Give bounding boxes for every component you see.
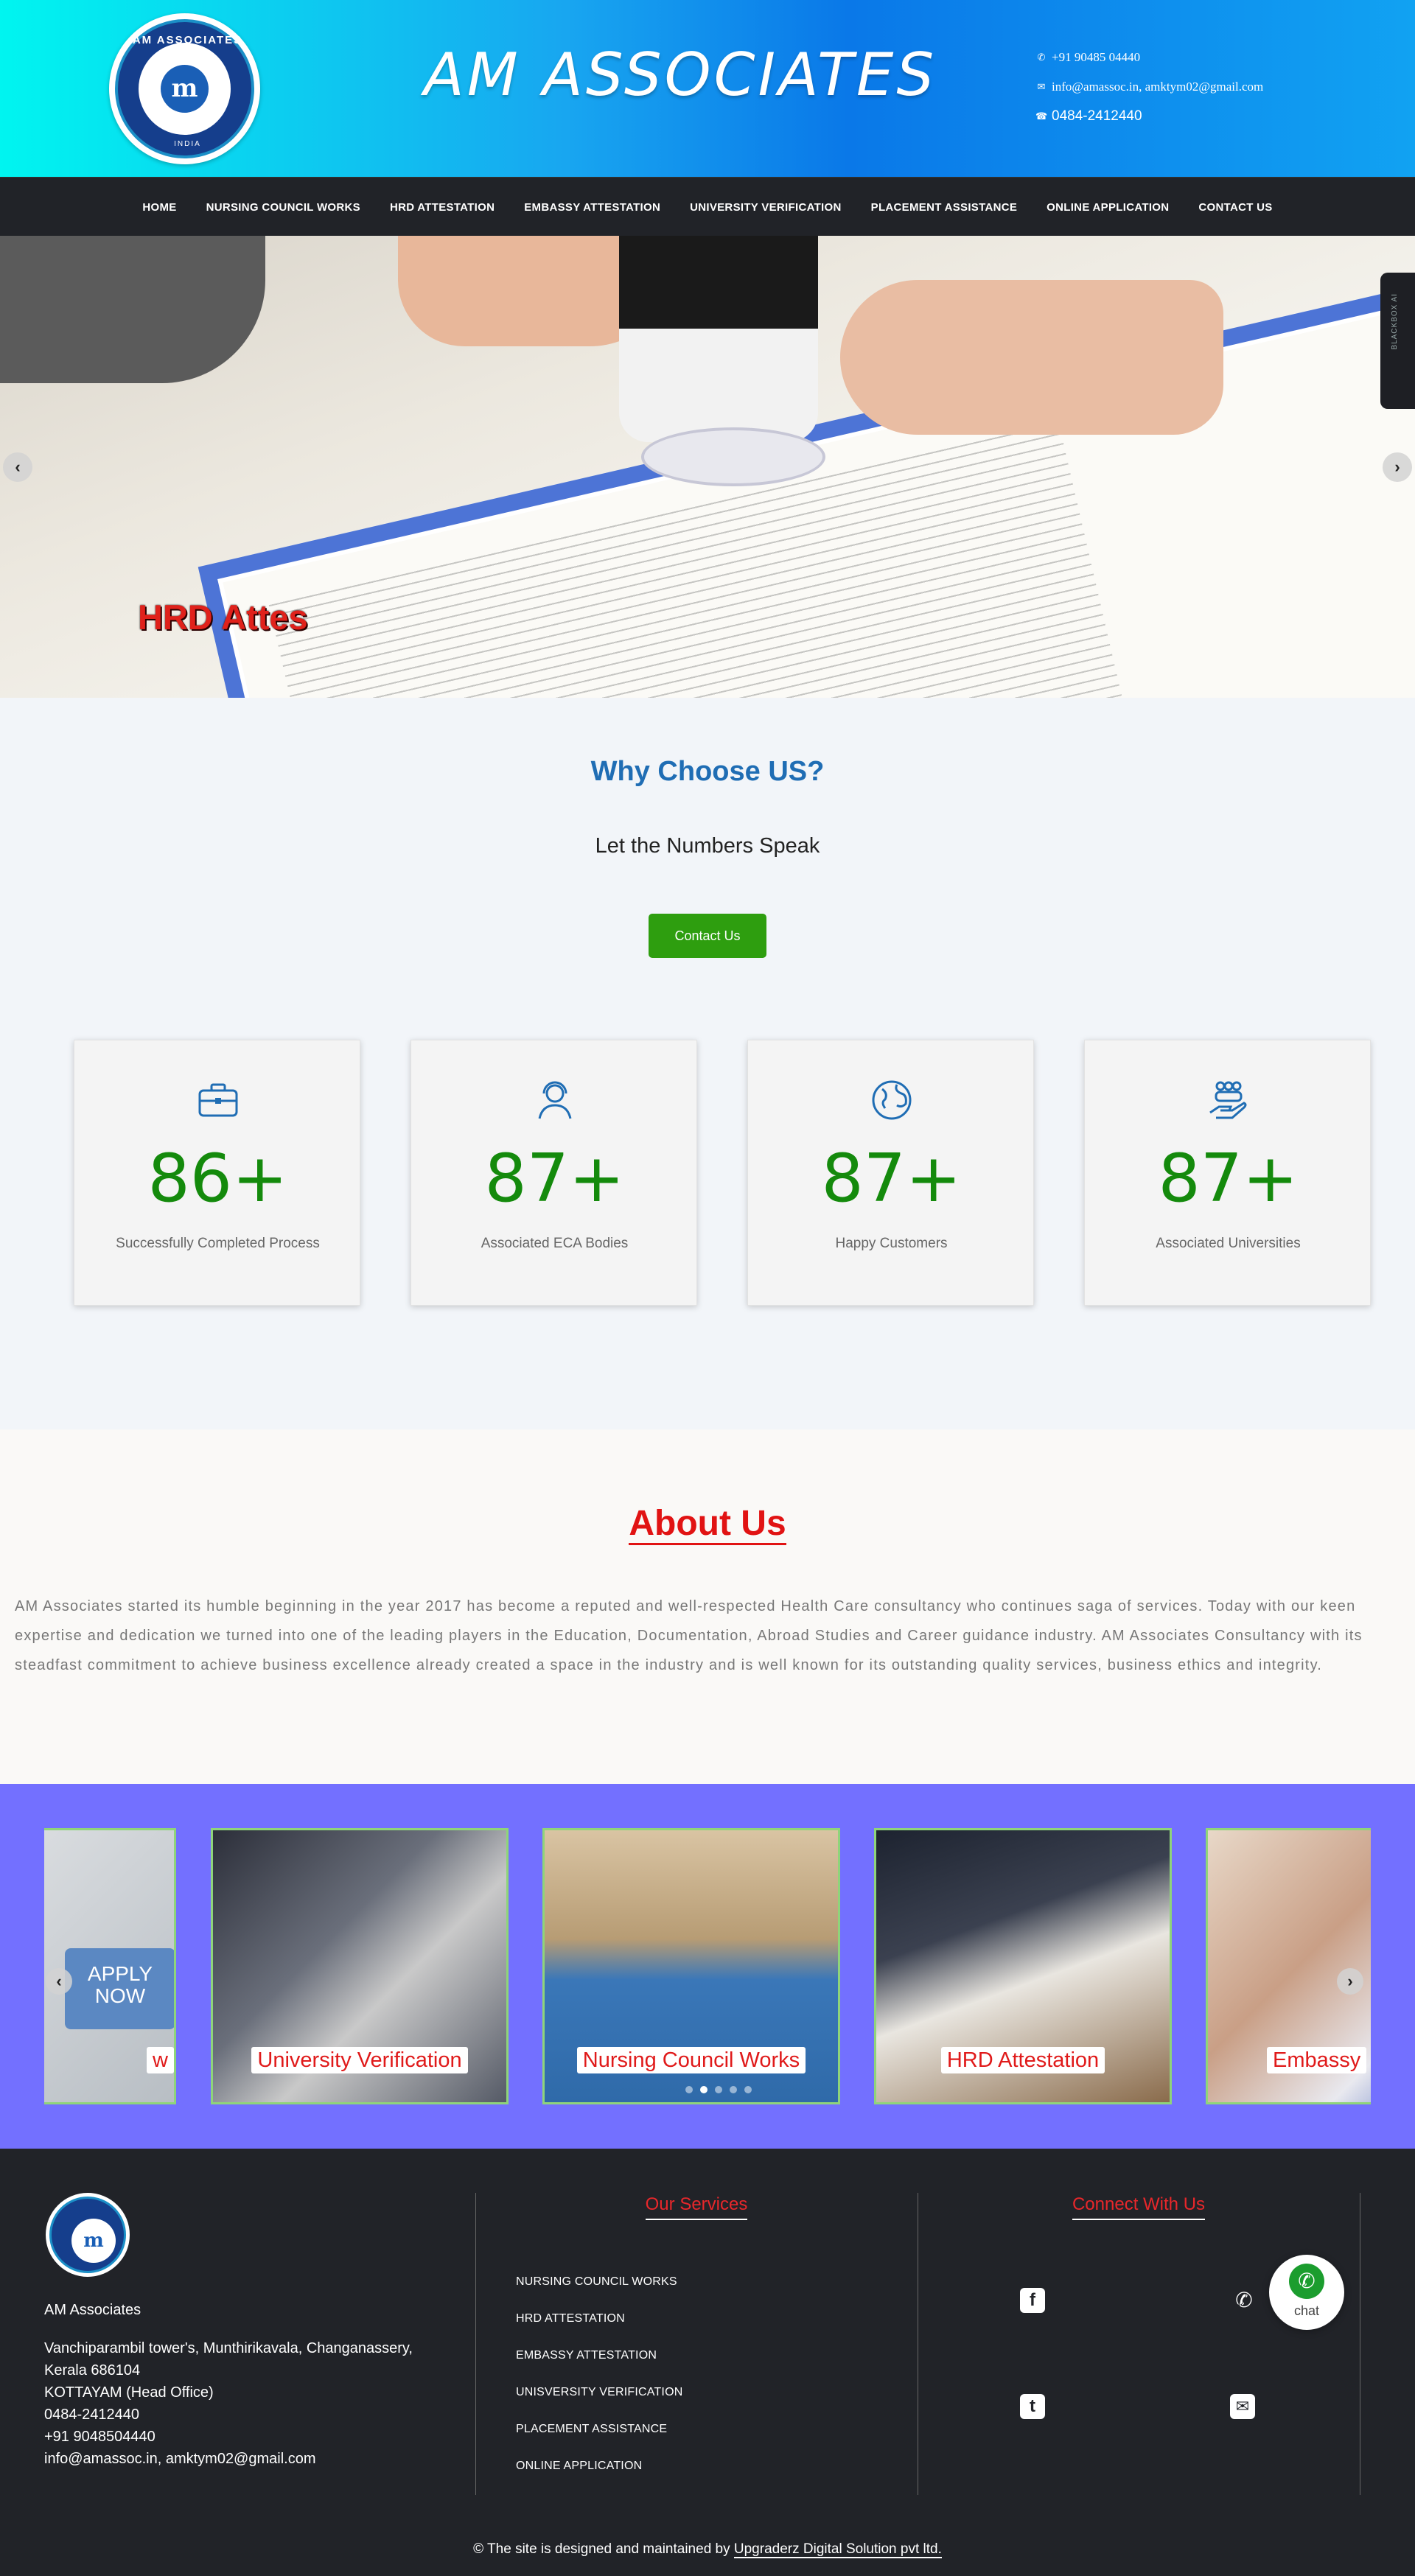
header-whatsapp[interactable]: ✆ +91 90485 04440: [1035, 43, 1263, 72]
globe-icon: [869, 1077, 915, 1123]
logo-monogram-icon: m: [161, 65, 209, 113]
about-title: About Us: [629, 1504, 786, 1545]
footer-connect-title: Connect With Us: [1072, 2194, 1206, 2220]
nav-hrd-attestation[interactable]: HRD ATTESTATION: [390, 201, 495, 214]
service-card-online-application[interactable]: APPLY NOW w: [44, 1828, 176, 2104]
nav-home[interactable]: HOME: [142, 201, 176, 214]
carousel-dot[interactable]: [715, 2086, 722, 2093]
nav-contact-us[interactable]: CONTACT US: [1198, 201, 1272, 214]
envelope-icon: ✉: [1037, 81, 1046, 92]
logo-country: INDIA: [174, 140, 201, 148]
carousel-prev-arrow[interactable]: ‹: [46, 1968, 72, 1995]
services-carousel: APPLY NOW w University Verification Nurs…: [0, 1784, 1415, 2149]
footer-service-links: NURSING COUNCIL WORKS HRD ATTESTATION EM…: [516, 2275, 682, 2496]
hero-stamp-image: [619, 236, 818, 442]
stat-card: 87+ Happy Customers: [747, 1040, 1034, 1306]
service-card-nursing-council-works[interactable]: Nursing Council Works: [542, 1828, 840, 2104]
carousel-dots: [685, 2086, 752, 2093]
whatsapp-icon[interactable]: ✆: [1229, 2286, 1259, 2315]
envelope-icon[interactable]: ✉: [1230, 2394, 1255, 2419]
hero-caption: HRD Attes: [138, 598, 308, 637]
footer-link-nursing-council-works[interactable]: NURSING COUNCIL WORKS: [516, 2275, 682, 2312]
nav-online-application[interactable]: ONLINE APPLICATION: [1047, 201, 1169, 214]
stat-card: 86+ Successfully Completed Process: [74, 1040, 360, 1306]
site-footer: m AM Associates Vanchiparambil tower's, …: [0, 2149, 1415, 2576]
stat-value: 87+: [484, 1140, 625, 1217]
nav-university-verification[interactable]: UNIVERSITY VERIFICATION: [690, 201, 842, 214]
whatsapp-icon: ✆: [1037, 52, 1046, 63]
footer-services-title: Our Services: [645, 2194, 748, 2220]
chat-label: chat: [1293, 2303, 1320, 2318]
hero-prev-arrow[interactable]: ‹: [3, 452, 32, 482]
whatsapp-chat-button[interactable]: ✆ chat: [1269, 2255, 1344, 2330]
stat-label: Associated ECA Bodies: [481, 1236, 629, 1251]
footer-link-placement-assistance[interactable]: PLACEMENT ASSISTANCE: [516, 2423, 682, 2460]
stat-value: 87+: [1158, 1140, 1299, 1217]
stat-label: Associated Universities: [1156, 1236, 1301, 1251]
site-header: AM ASSOCIATES m INDIA AM ASSOCIATES ✆ +91…: [0, 0, 1415, 177]
nav-placement-assistance[interactable]: PLACEMENT ASSISTANCE: [871, 201, 1018, 214]
nav-embassy-attestation[interactable]: EMBASSY ATTESTATION: [524, 201, 660, 214]
service-card-embassy-attestation[interactable]: Embassy: [1206, 1828, 1371, 2104]
service-card-hrd-attestation[interactable]: HRD Attestation: [874, 1828, 1172, 2104]
stat-label: Happy Customers: [835, 1236, 948, 1251]
about-section: About Us AM Associates started its humbl…: [0, 1429, 1415, 1784]
footer-divider: [475, 2193, 476, 2495]
carousel-dot[interactable]: [730, 2086, 737, 2093]
footer-address: Vanchiparambil tower's, Munthirikavala, …: [44, 2340, 413, 2467]
header-contacts: ✆ +91 90485 04440 ✉ info@amassoc.in, amkty…: [1035, 43, 1263, 131]
footer-link-online-application[interactable]: ONLINE APPLICATION: [516, 2460, 682, 2496]
footer-company-name: AM Associates: [44, 2302, 142, 2318]
hand-people-icon: [1206, 1077, 1251, 1123]
apply-now-key: APPLY NOW: [65, 1948, 174, 2029]
hero-slider: HRD Attes ‹ ›: [0, 236, 1415, 698]
developer-link[interactable]: Upgraderz Digital Solution pvt ltd.: [733, 2541, 942, 2558]
footer-link-embassy-attestation[interactable]: EMBASSY ATTESTATION: [516, 2349, 682, 2386]
service-card-university-verification[interactable]: University Verification: [211, 1828, 509, 2104]
hero-next-arrow[interactable]: ›: [1383, 452, 1412, 482]
site-title: AM ASSOCIATES: [424, 41, 937, 109]
carousel-dot[interactable]: [744, 2086, 752, 2093]
twitter-icon[interactable]: t: [1020, 2394, 1045, 2419]
whatsapp-icon: ✆: [1289, 2264, 1324, 2299]
contact-us-button[interactable]: Contact Us: [649, 914, 766, 958]
header-email[interactable]: ✉ info@amassoc.in, amktym02@gmail.com: [1035, 72, 1264, 102]
carousel-dot[interactable]: [685, 2086, 693, 2093]
header-phone[interactable]: ☎ 0484-2412440: [1035, 102, 1263, 131]
stat-value: 86+: [147, 1140, 288, 1217]
nav-nursing-council-works[interactable]: NURSING COUNCIL WORKS: [206, 201, 360, 214]
about-text: AM Associates started its humble beginni…: [15, 1598, 1363, 1673]
carousel-dot-active[interactable]: [700, 2086, 708, 2093]
stat-value: 87+: [821, 1140, 962, 1217]
footer-link-university-verification[interactable]: UNISVERSITY VERIFICATION: [516, 2386, 682, 2423]
support-agent-icon: [532, 1077, 578, 1123]
footer-logo[interactable]: m: [46, 2193, 130, 2277]
briefcase-icon: [195, 1077, 241, 1123]
stat-card: 87+ Associated Universities: [1084, 1040, 1371, 1306]
logo-monogram-icon: m: [71, 2219, 116, 2263]
footer-link-hrd-attestation[interactable]: HRD ATTESTATION: [516, 2312, 682, 2349]
stat-card: 87+ Associated ECA Bodies: [410, 1040, 697, 1306]
copyright: © The site is designed and maintained by…: [473, 2541, 942, 2558]
facebook-icon[interactable]: f: [1020, 2288, 1045, 2313]
main-nav: HOME NURSING COUNCIL WORKS HRD ATTESTATI…: [0, 177, 1415, 236]
why-subtitle: Let the Numbers Speak: [595, 834, 820, 858]
phone-icon: ☎: [1035, 111, 1048, 122]
stat-label: Successfully Completed Process: [116, 1236, 320, 1251]
why-choose-section: Why Choose US? Let the Numbers Speak Con…: [0, 698, 1415, 1429]
side-assistant-tab[interactable]: BLACKBOX AI: [1380, 273, 1415, 409]
why-title: Why Choose US?: [590, 756, 825, 787]
carousel-next-arrow[interactable]: ›: [1337, 1968, 1363, 1995]
site-logo[interactable]: AM ASSOCIATES m INDIA: [109, 13, 260, 164]
